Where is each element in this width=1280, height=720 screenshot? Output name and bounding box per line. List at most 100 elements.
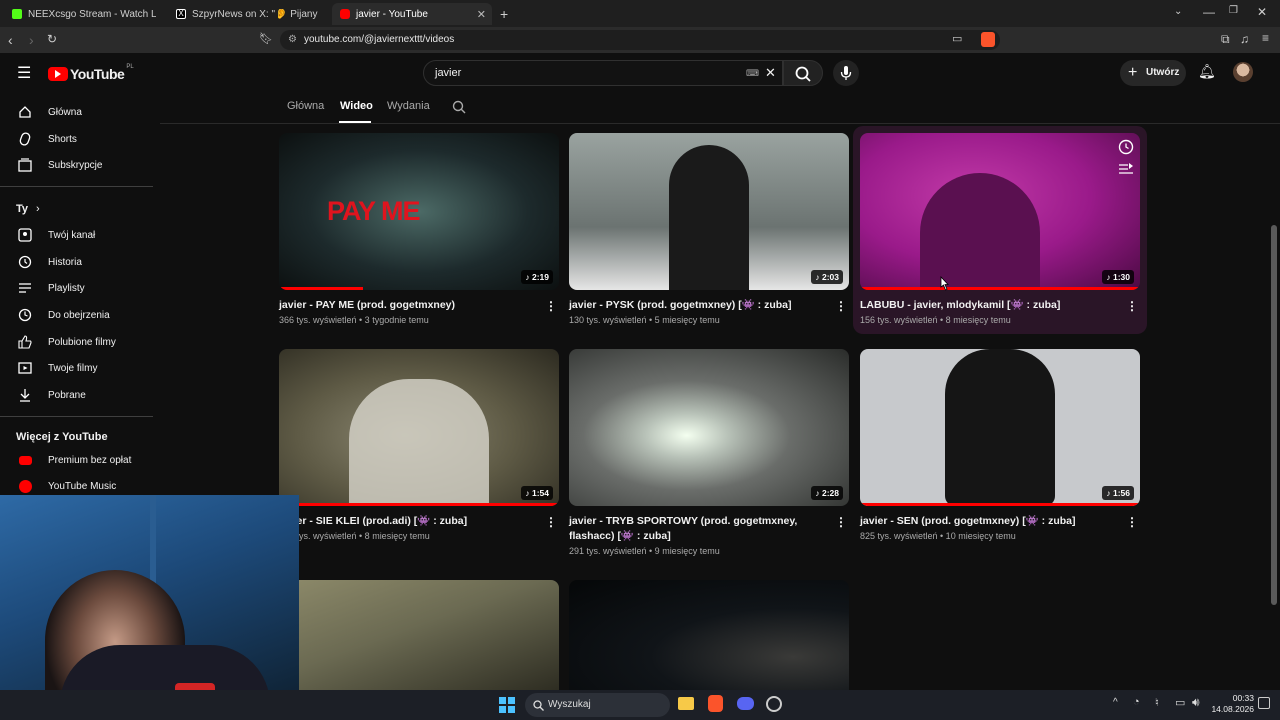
more-actions-icon[interactable]: ⋮ bbox=[545, 515, 557, 529]
music-note-icon: ♪ bbox=[525, 488, 532, 498]
video-thumbnail[interactable]: ♪ 2:03 bbox=[569, 133, 849, 290]
video-thumbnail[interactable] bbox=[569, 580, 849, 690]
search-button[interactable] bbox=[783, 60, 823, 86]
sidebar-item-label: Twoje filmy bbox=[48, 362, 98, 374]
sidebar-item-subscriptions[interactable]: Subskrypcje bbox=[0, 152, 155, 178]
bookmark-icon[interactable]: 🔖︎ bbox=[259, 32, 273, 45]
more-actions-icon[interactable]: ⋮ bbox=[1126, 299, 1138, 313]
microphone-tray-icon[interactable]: ♮ bbox=[1155, 696, 1159, 709]
taskbar-search[interactable]: Wyszukaj bbox=[525, 693, 670, 717]
sidebar-item-premium[interactable]: Premium bez opłat bbox=[0, 447, 155, 473]
video-title[interactable]: javier - TRYB SPORTOWY (prod. gogetmxney… bbox=[569, 514, 827, 544]
sidebar-item-watch-later[interactable]: Do obejrzenia bbox=[0, 302, 155, 328]
close-tab-icon[interactable]: ✕ bbox=[477, 8, 486, 21]
more-actions-icon[interactable]: ⋮ bbox=[1126, 515, 1138, 529]
browser-tab[interactable]: X SzpyrNews on X: "👂 Pijany Szeliga c bbox=[168, 3, 328, 25]
video-thumbnail[interactable]: PAY ME ♪ 2:19 bbox=[279, 133, 559, 290]
media-controls-icon[interactable]: ♫ bbox=[1240, 32, 1249, 46]
more-actions-icon[interactable]: ⋮ bbox=[835, 515, 847, 529]
volume-icon[interactable]: 🔊︎ bbox=[1192, 695, 1200, 710]
close-window-icon[interactable]: ✕ bbox=[1257, 5, 1267, 19]
new-tab-icon[interactable]: + bbox=[500, 6, 508, 22]
sidebar-item-label: Playlisty bbox=[48, 282, 85, 294]
search-icon bbox=[533, 700, 544, 711]
browser-tab-active[interactable]: javier - YouTube ✕ bbox=[332, 3, 492, 25]
hamburger-menu-icon[interactable]: ☰ bbox=[17, 63, 31, 83]
sidebar-item-shorts[interactable]: Shorts bbox=[0, 126, 155, 152]
video-thumbnail[interactable]: ♪ 1:56 bbox=[860, 349, 1140, 506]
video-duration: ♪ 2:19 bbox=[521, 270, 553, 284]
minimize-icon[interactable]: — bbox=[1203, 5, 1215, 19]
sidebar-item-history[interactable]: Historia bbox=[0, 249, 155, 275]
sidebar-item-label: Główna bbox=[48, 106, 82, 118]
video-duration: ♪ 1:54 bbox=[521, 486, 553, 500]
sidebar-item-liked-videos[interactable]: Polubione filmy bbox=[0, 329, 155, 355]
add-to-queue-icon[interactable] bbox=[1119, 163, 1133, 175]
back-icon[interactable]: ‹ bbox=[8, 32, 13, 48]
video-title[interactable]: javier - SEN (prod. gogetmxney) [👾 : zub… bbox=[860, 514, 1118, 529]
video-thumbnail[interactable]: ♪ 1:54 bbox=[279, 349, 559, 506]
tab-home[interactable]: Główna bbox=[287, 100, 324, 112]
watch-later-icon[interactable] bbox=[1118, 139, 1134, 155]
sidebar-item-playlists[interactable]: Playlisty bbox=[0, 275, 155, 301]
extensions-icon[interactable]: ⧉ bbox=[1221, 32, 1230, 47]
youtube-logo[interactable]: YouTube PL bbox=[48, 64, 134, 82]
video-duration: ♪ 2:03 bbox=[811, 270, 843, 284]
video-title[interactable]: javier - SIE KLEI (prod.adi) [👾 : zuba] bbox=[279, 514, 537, 529]
sidebar-item-home[interactable]: Główna bbox=[0, 99, 155, 125]
watch-progress-bar bbox=[279, 503, 559, 506]
voice-search-button[interactable] bbox=[833, 60, 859, 86]
tab-title: NEEXcsgo Stream - Watch Live on Ki bbox=[28, 8, 156, 20]
clear-search-icon[interactable]: ✕ bbox=[765, 61, 776, 85]
more-actions-icon[interactable]: ⋮ bbox=[545, 299, 557, 313]
reload-icon[interactable]: ↻ bbox=[47, 32, 57, 46]
tab-releases[interactable]: Wydania bbox=[387, 100, 430, 112]
cast-icon[interactable]: ▭ bbox=[952, 32, 962, 45]
video-title[interactable]: LABUBU - javier, mlodykamil [👾 : zuba] bbox=[860, 298, 1118, 313]
windows-start-icon[interactable] bbox=[499, 697, 515, 713]
video-thumbnail[interactable] bbox=[279, 580, 559, 690]
brave-shield-icon[interactable] bbox=[981, 32, 995, 47]
sidebar-item-label: Pobrane bbox=[48, 389, 86, 401]
clock[interactable]: 00:33 14.08.2026 bbox=[1210, 693, 1254, 715]
sidebar-item-downloads[interactable]: Pobrane bbox=[0, 382, 155, 408]
video-thumbnail[interactable]: ♪ 1:30 bbox=[860, 133, 1140, 290]
playlist-icon bbox=[17, 280, 33, 296]
brave-browser-icon[interactable] bbox=[708, 695, 723, 712]
create-button[interactable]: + Utwórz bbox=[1120, 60, 1186, 86]
keyboard-icon[interactable]: ⌨ bbox=[746, 61, 759, 85]
notifications-bell-icon[interactable]: 🔔︎ bbox=[1198, 63, 1216, 80]
webcam-overlay bbox=[0, 495, 299, 720]
restore-icon[interactable]: ❐ bbox=[1229, 5, 1238, 16]
avatar[interactable] bbox=[1233, 62, 1253, 82]
sidebar-item-label: Shorts bbox=[48, 133, 77, 145]
app-tray-icon[interactable]: ◔ bbox=[1133, 696, 1140, 708]
more-actions-icon[interactable]: ⋮ bbox=[835, 299, 847, 313]
show-hidden-icons-icon[interactable]: ^ bbox=[1113, 697, 1118, 708]
search-input[interactable]: javier ⌨ ✕ bbox=[423, 60, 783, 86]
you-section-heading[interactable]: Ty › bbox=[16, 203, 40, 215]
plus-icon: + bbox=[1128, 64, 1138, 81]
notification-center-icon[interactable] bbox=[1258, 697, 1270, 709]
channel-search-icon[interactable] bbox=[452, 100, 466, 114]
discord-icon[interactable] bbox=[737, 697, 754, 710]
history-icon bbox=[17, 254, 33, 270]
browser-tab[interactable]: NEEXcsgo Stream - Watch Live on Ki bbox=[4, 3, 164, 25]
menu-icon[interactable]: ≡ bbox=[1262, 31, 1269, 45]
file-explorer-icon[interactable] bbox=[678, 697, 694, 710]
sidebar-item-your-videos[interactable]: Twoje filmy bbox=[0, 355, 155, 381]
sidebar-item-label: Polubione filmy bbox=[48, 336, 116, 348]
tab-videos[interactable]: Wideo bbox=[340, 100, 373, 112]
forward-icon[interactable]: › bbox=[29, 32, 34, 48]
site-info-icon[interactable]: ⚙ bbox=[288, 30, 297, 50]
video-thumbnail[interactable]: ♪ 2:28 bbox=[569, 349, 849, 506]
video-title[interactable]: javier - PAY ME (prod. gogetmxney) bbox=[279, 298, 537, 313]
network-icon[interactable]: ▭ bbox=[1175, 696, 1185, 709]
tab-search-icon[interactable]: ⌄ bbox=[1174, 6, 1182, 17]
sidebar-item-your-channel[interactable]: Twój kanał bbox=[0, 222, 155, 248]
page-scrollbar[interactable] bbox=[1271, 225, 1277, 605]
url-field[interactable]: ⚙ youtube.com/@javiernexttt/videos bbox=[280, 30, 1000, 50]
video-title[interactable]: javier - PYSK (prod. gogetmxney) [👾 : zu… bbox=[569, 298, 827, 313]
create-label: Utwórz bbox=[1146, 67, 1180, 78]
steam-icon[interactable] bbox=[766, 696, 782, 712]
